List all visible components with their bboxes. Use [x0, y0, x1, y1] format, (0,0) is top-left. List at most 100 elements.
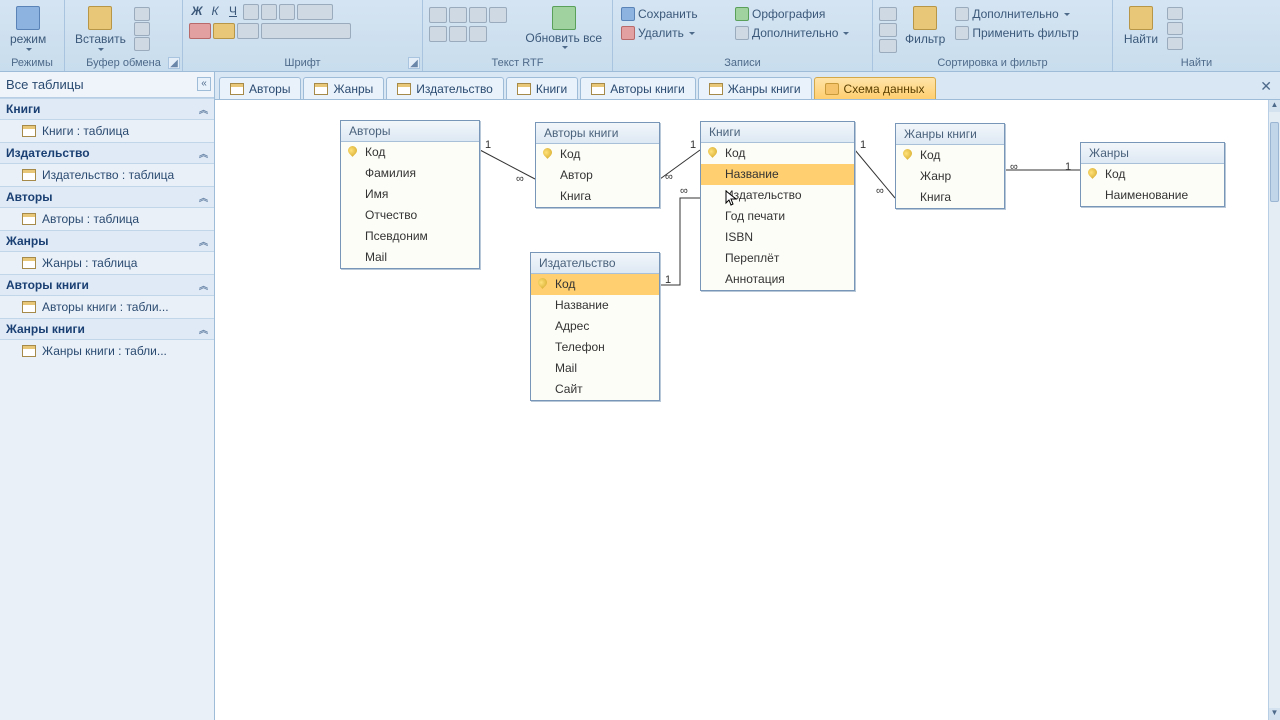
schema-field[interactable]: Mail	[341, 247, 479, 268]
rtl-icon[interactable]	[449, 26, 467, 42]
indent-inc-icon[interactable]	[489, 7, 507, 23]
relationships-canvas[interactable]: 1∞∞11∞1∞∞1 АвторыКодФамилияИмяОтчествоПс…	[215, 100, 1268, 720]
nav-category[interactable]: Жанры книги︽	[0, 318, 214, 340]
schema-field[interactable]: Отчество	[341, 205, 479, 226]
schema-table-title[interactable]: Авторы	[341, 121, 479, 142]
document-tab[interactable]: Книги	[506, 77, 578, 99]
schema-field[interactable]: Переплёт	[701, 248, 854, 269]
schema-field[interactable]: Телефон	[531, 337, 659, 358]
document-tab[interactable]: Издательство	[386, 77, 504, 99]
filter-button[interactable]: Фильтр	[901, 4, 949, 48]
document-tab[interactable]: Схема данных	[814, 77, 936, 99]
font-dialog-launcher[interactable]: ◢	[408, 57, 420, 69]
schema-field[interactable]: Издательство	[701, 185, 854, 206]
align-left-icon[interactable]	[243, 4, 259, 20]
scroll-thumb[interactable]	[1270, 122, 1279, 202]
schema-table-genrebooks[interactable]: Жанры книгиКодЖанрКнига	[895, 123, 1005, 209]
align-center-icon[interactable]	[261, 4, 277, 20]
format-painter-icon[interactable]	[134, 37, 150, 51]
schema-field[interactable]: Код	[536, 144, 659, 165]
goto-icon[interactable]	[1167, 22, 1183, 35]
numbering-icon[interactable]	[449, 7, 467, 23]
paste-button[interactable]: Вставить	[71, 4, 130, 53]
fill-color-button[interactable]	[213, 23, 235, 39]
schema-table-authbooks[interactable]: Авторы книгиКодАвторКнига	[535, 122, 660, 208]
schema-table-title[interactable]: Жанры	[1081, 143, 1224, 164]
nav-table-item[interactable]: Жанры : таблица	[0, 252, 214, 274]
font-size-combo[interactable]	[297, 4, 333, 20]
schema-field[interactable]: Книга	[536, 186, 659, 207]
schema-table-authors[interactable]: АвторыКодФамилияИмяОтчествоПсевдонимMail	[340, 120, 480, 269]
schema-field[interactable]: Псевдоним	[341, 226, 479, 247]
schema-table-books[interactable]: КнигиКодНазваниеИздательствоГод печатиIS…	[700, 121, 855, 291]
schema-table-genres[interactable]: ЖанрыКодНаименование	[1080, 142, 1225, 207]
scroll-up-icon[interactable]: ▲	[1269, 100, 1280, 112]
gridlines-button[interactable]	[237, 23, 259, 39]
schema-table-title[interactable]: Жанры книги	[896, 124, 1004, 145]
nav-table-item[interactable]: Книги : таблица	[0, 120, 214, 142]
highlight-icon[interactable]	[469, 26, 487, 42]
indent-dec-icon[interactable]	[469, 7, 487, 23]
document-tab[interactable]: Жанры книги	[698, 77, 812, 99]
font-color-button[interactable]	[189, 23, 211, 39]
schema-field[interactable]: Название	[701, 164, 854, 185]
font-name-combo[interactable]	[261, 23, 351, 39]
schema-field[interactable]: Аннотация	[701, 269, 854, 290]
schema-field[interactable]: Код	[701, 143, 854, 164]
nav-category[interactable]: Издательство︽	[0, 142, 214, 164]
select-icon[interactable]	[1167, 37, 1183, 50]
nav-table-item[interactable]: Издательство : таблица	[0, 164, 214, 186]
ltr-icon[interactable]	[429, 26, 447, 42]
vertical-scrollbar[interactable]: ▲ ▼	[1268, 100, 1280, 720]
replace-icon[interactable]	[1167, 7, 1183, 20]
scroll-down-icon[interactable]: ▼	[1269, 708, 1280, 720]
schema-field[interactable]: Жанр	[896, 166, 1004, 187]
schema-field[interactable]: Код	[1081, 164, 1224, 185]
underline-button[interactable]: Ч	[225, 4, 241, 20]
schema-field[interactable]: Фамилия	[341, 163, 479, 184]
schema-field[interactable]: Имя	[341, 184, 479, 205]
sort-asc-icon[interactable]	[879, 7, 897, 21]
delete-button[interactable]: Удалить	[619, 25, 729, 41]
schema-field[interactable]: Адрес	[531, 316, 659, 337]
nav-table-item[interactable]: Авторы : таблица	[0, 208, 214, 230]
document-tab[interactable]: Авторы	[219, 77, 301, 99]
tab-close-button[interactable]: ✕	[1252, 74, 1280, 99]
refresh-all-button[interactable]: Обновить все	[521, 4, 606, 51]
sort-desc-icon[interactable]	[879, 23, 897, 37]
nav-pane-collapse-button[interactable]: «	[197, 77, 211, 91]
copy-icon[interactable]	[134, 22, 150, 36]
schema-table-title[interactable]: Книги	[701, 122, 854, 143]
schema-table-publishers[interactable]: ИздательствоКодНазваниеАдресТелефонMailС…	[530, 252, 660, 401]
bold-button[interactable]: Ж	[189, 4, 205, 20]
bullets-icon[interactable]	[429, 7, 447, 23]
italic-button[interactable]: К	[207, 4, 223, 20]
mode-button[interactable]: режим	[6, 4, 50, 53]
nav-table-item[interactable]: Жанры книги : табли...	[0, 340, 214, 362]
nav-table-item[interactable]: Авторы книги : табли...	[0, 296, 214, 318]
advanced-filter-button[interactable]: Дополнительно	[953, 6, 1080, 22]
apply-filter-button[interactable]: Применить фильтр	[953, 25, 1080, 41]
nav-category[interactable]: Авторы︽	[0, 186, 214, 208]
schema-field[interactable]: Название	[531, 295, 659, 316]
clear-sort-icon[interactable]	[879, 39, 897, 53]
find-button[interactable]: Найти	[1119, 4, 1163, 48]
records-more-button[interactable]: Дополнительно	[733, 25, 851, 41]
schema-table-title[interactable]: Авторы книги	[536, 123, 659, 144]
schema-field[interactable]: Год печати	[701, 206, 854, 227]
schema-field[interactable]: ISBN	[701, 227, 854, 248]
nav-category[interactable]: Авторы книги︽	[0, 274, 214, 296]
nav-category[interactable]: Книги︽	[0, 98, 214, 120]
schema-field[interactable]: Наименование	[1081, 185, 1224, 206]
align-right-icon[interactable]	[279, 4, 295, 20]
document-tab[interactable]: Авторы книги	[580, 77, 695, 99]
schema-field[interactable]: Код	[341, 142, 479, 163]
cut-icon[interactable]	[134, 7, 150, 21]
nav-category[interactable]: Жанры︽	[0, 230, 214, 252]
schema-field[interactable]: Автор	[536, 165, 659, 186]
save-button[interactable]: Сохранить	[619, 6, 729, 22]
document-tab[interactable]: Жанры	[303, 77, 384, 99]
clipboard-dialog-launcher[interactable]: ◢	[168, 57, 180, 69]
schema-field[interactable]: Mail	[531, 358, 659, 379]
schema-table-title[interactable]: Издательство	[531, 253, 659, 274]
